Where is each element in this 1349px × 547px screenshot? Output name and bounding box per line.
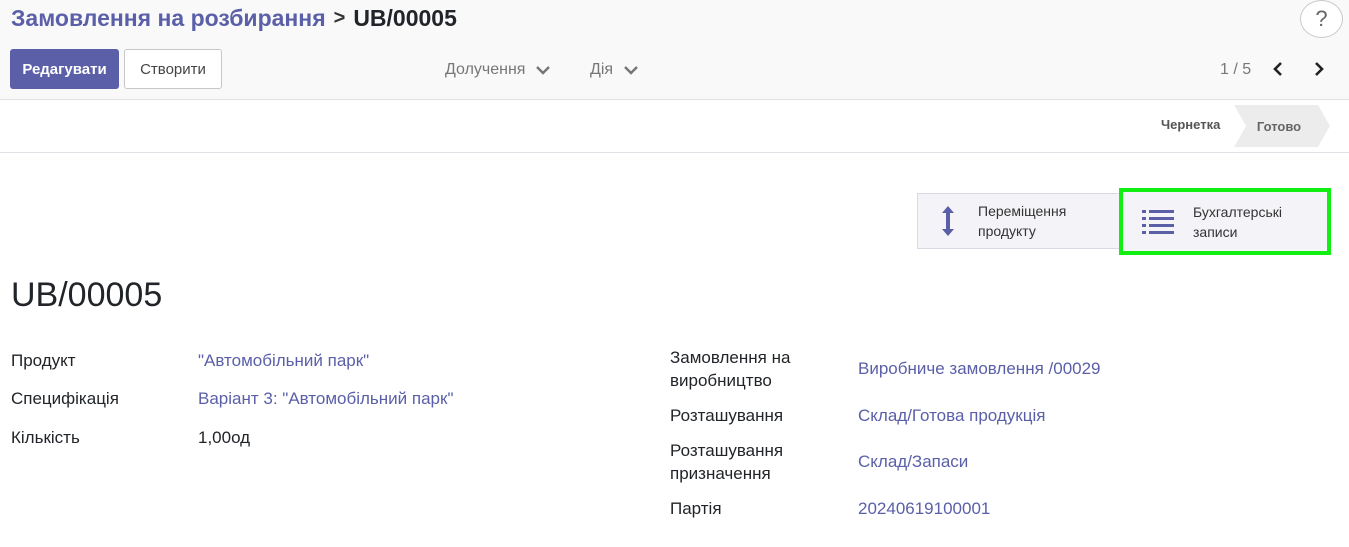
- edit-button[interactable]: Редагувати: [10, 49, 119, 89]
- status-bar: Чернетка Готово: [0, 101, 1349, 153]
- help-button[interactable]: ?: [1300, 0, 1343, 38]
- manufacturing-order-field-label: Замовлення на виробництво: [670, 348, 791, 390]
- breadcrumb: Замовлення на розбирання > UB/00005: [11, 3, 457, 33]
- chevron-down-icon: [624, 66, 638, 75]
- list-icon: [1123, 209, 1193, 235]
- chevron-right-icon: [1315, 62, 1324, 76]
- accounting-entries-button[interactable]: Бухгалтерські записи: [1119, 188, 1331, 255]
- quantity-field-label: Кількість: [11, 428, 80, 447]
- help-icon: ?: [1315, 6, 1328, 31]
- pager-previous-button[interactable]: [1268, 59, 1288, 79]
- record-title: UB/00005: [11, 276, 163, 314]
- destination-location-field-value[interactable]: Склад/Запаси: [858, 450, 968, 473]
- bom-field-label: Специфікація: [11, 389, 119, 408]
- chevron-left-icon: [1273, 62, 1282, 76]
- status-stage-done[interactable]: Готово: [1234, 105, 1330, 147]
- product-field-value[interactable]: "Автомобільний парк": [198, 349, 369, 372]
- breadcrumb-current: UB/00005: [353, 4, 457, 31]
- quantity-field-value: 1,00од: [198, 428, 251, 447]
- pager-next-button[interactable]: [1309, 59, 1329, 79]
- product-moves-button[interactable]: Переміщення продукту: [917, 193, 1120, 249]
- manufacturing-order-field-value[interactable]: Виробниче замовлення /00029: [858, 357, 1101, 380]
- destination-location-field-label: Розташування призначення: [670, 441, 784, 483]
- action-dropdown[interactable]: Дія: [590, 58, 639, 82]
- breadcrumb-separator: >: [333, 6, 346, 29]
- product-field-label: Продукт: [11, 351, 76, 370]
- lot-field-value[interactable]: 20240619100001: [858, 497, 990, 520]
- status-stage-done-label: Готово: [1256, 118, 1302, 134]
- status-stage-draft[interactable]: Чернетка: [1161, 117, 1220, 132]
- location-field-label: Розташування: [670, 406, 784, 425]
- attachment-dropdown[interactable]: Долучення: [445, 58, 551, 82]
- breadcrumb-parent-link[interactable]: Замовлення на розбирання: [11, 5, 326, 32]
- accounting-entries-label: Бухгалтерські записи: [1193, 203, 1282, 240]
- attachment-dropdown-label: Долучення: [445, 61, 526, 78]
- bom-field-value[interactable]: Варіант 3: "Автомобільний парк": [198, 387, 453, 410]
- location-field-value[interactable]: Склад/Готова продукція: [858, 404, 1045, 427]
- product-moves-label: Переміщення продукту: [978, 203, 1067, 239]
- vertical-arrows-icon: [918, 204, 978, 238]
- control-panel: Замовлення на розбирання > UB/00005 ? Ре…: [0, 0, 1349, 100]
- action-dropdown-label: Дія: [590, 61, 614, 78]
- lot-field-label: Партія: [670, 499, 722, 518]
- create-button[interactable]: Створити: [124, 49, 222, 89]
- chevron-down-icon: [536, 66, 551, 75]
- pager-value[interactable]: 1 / 5: [1220, 58, 1251, 82]
